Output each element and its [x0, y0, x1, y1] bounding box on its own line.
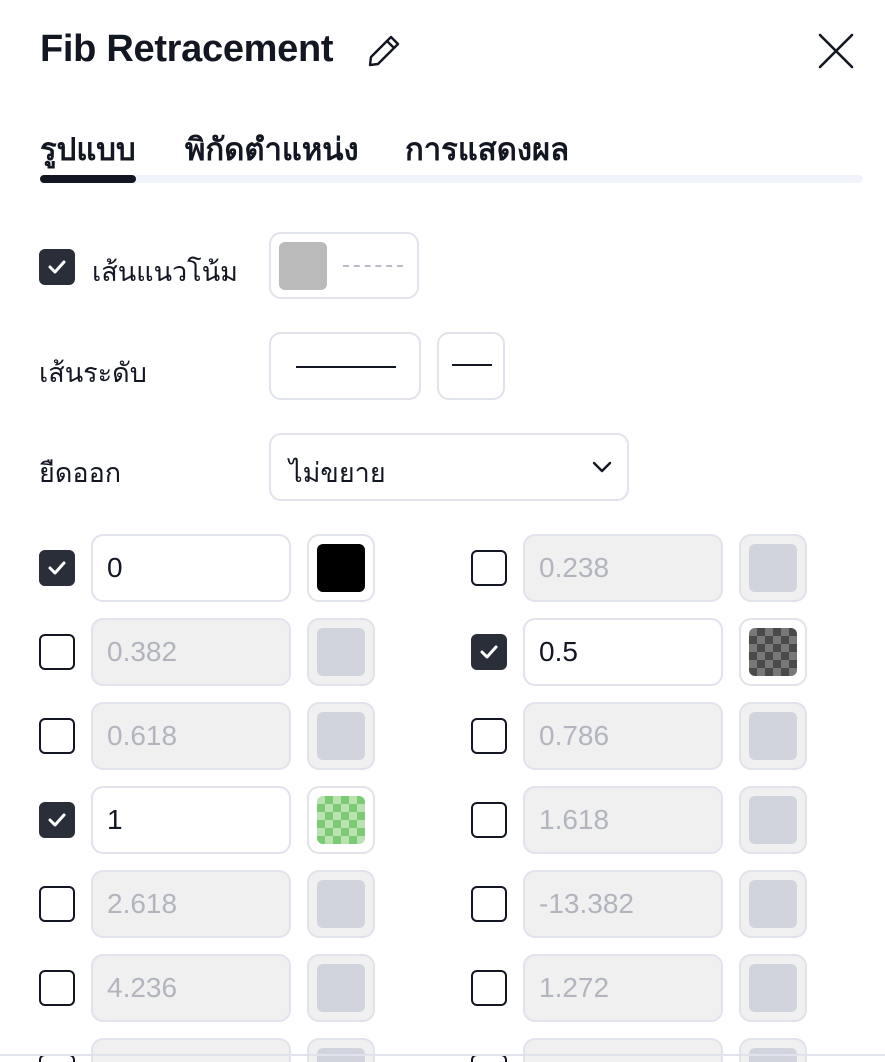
level-color-swatch [317, 544, 365, 592]
level-checkbox[interactable] [39, 970, 75, 1006]
tab-visibility[interactable]: การแสดงผล [405, 124, 569, 174]
level-color-swatch [317, 628, 365, 676]
level-value-input[interactable]: 0.238 [523, 534, 723, 602]
dialog-title: Fib Retracement [40, 28, 334, 70]
level-color-swatch [317, 712, 365, 760]
level-color-swatch [749, 544, 797, 592]
checkmark-icon [48, 260, 66, 274]
level-value: 0.618 [107, 720, 178, 751]
level-checkbox[interactable] [471, 634, 507, 670]
tab-track [40, 175, 863, 183]
checkmark-icon [48, 813, 66, 827]
level-value: 4.236 [107, 972, 178, 1003]
levels-line-width-button[interactable] [437, 332, 505, 400]
checkmark-icon [48, 561, 66, 575]
level-color-button[interactable] [307, 870, 375, 938]
level-checkbox[interactable] [39, 802, 75, 838]
level-color-swatch [749, 712, 797, 760]
level-checkbox[interactable] [39, 634, 75, 670]
level-value-input[interactable]: 0.618 [91, 702, 291, 770]
active-tab-indicator [40, 175, 136, 183]
level-value-input[interactable]: 1.272 [523, 954, 723, 1022]
level-value-input[interactable]: 4.236 [91, 954, 291, 1022]
level-value-input[interactable] [523, 1038, 723, 1062]
tab-style[interactable]: รูปแบบ [40, 124, 136, 174]
level-checkbox[interactable] [471, 886, 507, 922]
extend-select-value: ไม่ขยาย [289, 458, 386, 489]
level-value: 1 [107, 804, 123, 835]
level-color-swatch [749, 964, 797, 1012]
level-checkbox[interactable] [39, 886, 75, 922]
close-icon[interactable] [815, 30, 857, 72]
trend-line-style-button[interactable] [269, 232, 419, 299]
level-value: 0.238 [539, 552, 610, 583]
level-checkbox[interactable] [39, 550, 75, 586]
level-color-button[interactable] [307, 786, 375, 854]
pencil-icon[interactable] [365, 32, 403, 70]
chevron-down-icon [592, 461, 612, 473]
level-color-button[interactable] [739, 870, 807, 938]
level-value-input[interactable]: 1.618 [523, 786, 723, 854]
extend-label: ยืดออก [39, 458, 122, 489]
line-width-preview [452, 364, 492, 366]
level-value: 2.618 [107, 888, 178, 919]
level-checkbox[interactable] [471, 550, 507, 586]
level-value: 1.618 [539, 804, 610, 835]
level-color-swatch [749, 880, 797, 928]
level-color-swatch [749, 796, 797, 844]
level-color-swatch [317, 880, 365, 928]
line-style-preview [296, 366, 396, 368]
level-color-button[interactable] [739, 1038, 807, 1062]
levels-line-style-button[interactable] [269, 332, 421, 400]
level-value: 0.382 [107, 636, 178, 667]
level-color-button[interactable] [307, 702, 375, 770]
level-checkbox[interactable] [471, 802, 507, 838]
level-value-input[interactable]: 0.5 [523, 618, 723, 686]
level-value: 1.272 [539, 972, 610, 1003]
trend-line-label: เส้นแนวโน้ม [92, 257, 238, 288]
level-color-button[interactable] [307, 534, 375, 602]
level-color-button[interactable] [739, 618, 807, 686]
trend-line-color-swatch [279, 242, 327, 290]
divider [0, 1054, 885, 1056]
level-value-input[interactable]: 0.786 [523, 702, 723, 770]
level-value-input[interactable] [91, 1038, 291, 1062]
level-value: 0.5 [539, 636, 578, 667]
level-color-button[interactable] [307, 1038, 375, 1062]
level-value-input[interactable]: 0.382 [91, 618, 291, 686]
level-color-button[interactable] [739, 534, 807, 602]
level-value-input[interactable]: 1 [91, 786, 291, 854]
level-color-button[interactable] [307, 618, 375, 686]
level-color-swatch [317, 796, 365, 844]
level-checkbox[interactable] [471, 718, 507, 754]
level-value-input[interactable]: -13.382 [523, 870, 723, 938]
extend-select[interactable]: ไม่ขยาย [269, 433, 629, 501]
checkmark-icon [480, 645, 498, 659]
level-value-input[interactable]: 0 [91, 534, 291, 602]
level-checkbox[interactable] [471, 970, 507, 1006]
dashed-line-preview [343, 265, 403, 267]
fib-retracement-settings-dialog: Fib Retracement รูปแบบ พิกัดตำแหน่ง การแ… [0, 0, 885, 1062]
level-value: 0 [107, 552, 123, 583]
level-color-button[interactable] [307, 954, 375, 1022]
levels-line-label: เส้นระดับ [39, 358, 147, 389]
level-value: 0.786 [539, 720, 610, 751]
level-value-input[interactable]: 2.618 [91, 870, 291, 938]
level-checkbox[interactable] [39, 718, 75, 754]
tab-coordinates[interactable]: พิกัดตำแหน่ง [185, 124, 359, 174]
level-color-button[interactable] [739, 954, 807, 1022]
level-color-swatch [317, 964, 365, 1012]
level-value: -13.382 [539, 888, 634, 919]
trend-line-checkbox[interactable] [39, 249, 75, 285]
level-color-button[interactable] [739, 702, 807, 770]
level-color-button[interactable] [739, 786, 807, 854]
level-color-swatch [749, 628, 797, 676]
